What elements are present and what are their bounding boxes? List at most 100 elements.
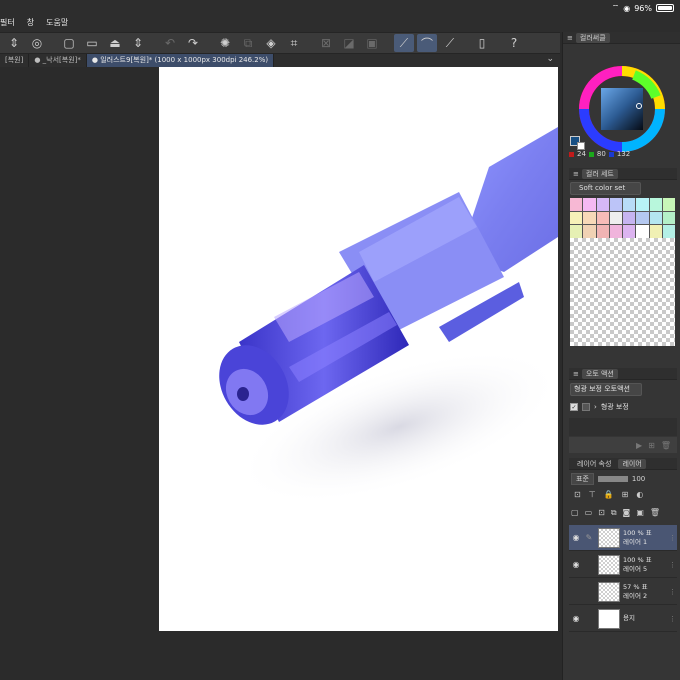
- mask-icon[interactable]: ◐: [636, 490, 643, 499]
- color-swatch[interactable]: [596, 211, 609, 225]
- tab-document-1[interactable]: [복원]: [0, 54, 30, 67]
- menu-item-help[interactable]: 도움말: [46, 17, 68, 28]
- drag-handle-icon[interactable]: ⋮: [669, 615, 677, 623]
- chevron-updown-icon[interactable]: ⇕: [4, 34, 24, 52]
- special-ruler-snap-icon[interactable]: ⌒: [417, 34, 437, 52]
- color-swatch[interactable]: [636, 198, 649, 211]
- new-vector-layer-icon[interactable]: ⊡: [598, 508, 605, 518]
- green-value[interactable]: 80: [597, 150, 606, 158]
- duplicate-icon[interactable]: ▣: [636, 508, 644, 518]
- color-swatch[interactable]: [609, 211, 622, 225]
- menu-icon[interactable]: ≡: [573, 170, 579, 178]
- canvas-paper[interactable]: [159, 67, 558, 631]
- color-wheel[interactable]: [579, 66, 665, 152]
- color-swatch[interactable]: [583, 225, 596, 238]
- blue-value[interactable]: 132: [617, 150, 630, 158]
- menu-item-window[interactable]: 창: [27, 17, 34, 28]
- drag-handle-icon[interactable]: ⋮: [669, 588, 677, 596]
- new-canvas-icon[interactable]: ▢: [59, 34, 79, 52]
- undo-icon[interactable]: ↶: [160, 34, 180, 52]
- lock-icon[interactable]: 🔒: [604, 490, 614, 499]
- layer-row[interactable]: ◉ ✎ 100 % 표 레이어 1 ⋮: [569, 525, 677, 551]
- merge-down-icon[interactable]: ⧉: [611, 508, 617, 518]
- auto-action-item[interactable]: ✓ › 형광 보정: [570, 400, 676, 414]
- opacity-value[interactable]: 100: [632, 475, 645, 483]
- color-swatch[interactable]: [636, 211, 649, 225]
- tab-document-3[interactable]: ● 일러스트9[복원]* (1000 x 1000px 300dpi 246.2…: [86, 54, 275, 67]
- tab-document-2[interactable]: ● _낙서[복원]*: [29, 54, 87, 67]
- checkbox-checked-icon[interactable]: ✓: [570, 403, 578, 411]
- color-swatch[interactable]: [609, 225, 622, 238]
- chevron-down-icon[interactable]: ⌄: [540, 54, 560, 67]
- color-swatch[interactable]: [596, 198, 609, 211]
- canvas-area[interactable]: [0, 67, 560, 680]
- add-icon[interactable]: ⊞: [648, 441, 655, 450]
- redo-icon[interactable]: ↷: [183, 34, 203, 52]
- smartphone-icon[interactable]: ▯: [472, 34, 492, 52]
- auto-action-select[interactable]: 형광 보정 오토액션: [570, 383, 642, 396]
- checkbox-icon[interactable]: [582, 403, 590, 411]
- color-swatch[interactable]: [636, 225, 649, 238]
- sub-color-swatch[interactable]: [577, 142, 585, 150]
- color-swatch[interactable]: [649, 225, 662, 238]
- help-icon[interactable]: ?: [504, 34, 524, 52]
- selection-border-icon[interactable]: ▣: [362, 34, 382, 52]
- chevron-updown-icon[interactable]: ⇕: [128, 34, 148, 52]
- color-swatch[interactable]: [583, 198, 596, 211]
- color-swatch[interactable]: [596, 225, 609, 238]
- color-swatch[interactable]: [662, 198, 675, 211]
- color-swatch[interactable]: [662, 225, 675, 238]
- export-icon[interactable]: ⏏: [105, 34, 125, 52]
- color-swatch[interactable]: [623, 225, 636, 238]
- tab-color-set[interactable]: 컬러 세트: [581, 168, 618, 179]
- loading-icon[interactable]: ✺: [215, 34, 235, 52]
- drag-handle-icon[interactable]: ⋮: [669, 534, 677, 542]
- eye-icon[interactable]: ◉: [569, 533, 583, 542]
- color-swatch[interactable]: [649, 198, 662, 211]
- tab-layer[interactable]: 레이어: [618, 458, 646, 469]
- menu-icon[interactable]: ≡: [567, 34, 573, 42]
- layer-row[interactable]: ◉ 100 % 표 레이어 5 ⋮: [569, 552, 677, 578]
- menu-icon[interactable]: ≡: [573, 370, 579, 378]
- color-swatch[interactable]: [570, 225, 583, 238]
- trash-icon[interactable]: 🗑: [650, 508, 660, 518]
- tab-color-wheel[interactable]: 컬러써클: [575, 32, 610, 43]
- tab-layer-property[interactable]: 레이어 속성: [573, 459, 615, 469]
- eye-icon[interactable]: ◉: [569, 614, 583, 623]
- invert-selection-icon[interactable]: ◪: [339, 34, 359, 52]
- clip-icon[interactable]: ⊡: [574, 490, 581, 499]
- transform-icon[interactable]: ⌗: [284, 34, 304, 52]
- edit-target-icon[interactable]: ✎: [583, 533, 595, 542]
- opacity-slider[interactable]: [597, 476, 628, 482]
- tab-auto-action[interactable]: 오토 액션: [581, 368, 618, 379]
- ruler-snap-icon[interactable]: ⟋: [394, 34, 414, 52]
- blend-mode-select[interactable]: 표준: [571, 473, 594, 485]
- eye-icon[interactable]: ◉: [569, 560, 583, 569]
- new-raster-layer-icon[interactable]: ▢: [571, 508, 579, 518]
- trash-icon[interactable]: 🗑: [661, 441, 671, 450]
- open-folder-icon[interactable]: ▭: [82, 34, 102, 52]
- menu-item-filter[interactable]: 필터: [0, 17, 15, 28]
- lock-alpha-icon[interactable]: ⊞: [622, 490, 629, 499]
- color-swatch[interactable]: [583, 211, 596, 225]
- color-swatch[interactable]: [609, 198, 622, 211]
- drag-handle-icon[interactable]: ⋮: [669, 561, 677, 569]
- color-swatch[interactable]: [649, 211, 662, 225]
- layer-mask-icon[interactable]: ◙: [623, 508, 631, 518]
- color-set-palette[interactable]: [570, 198, 675, 238]
- color-swatch[interactable]: [662, 211, 675, 225]
- color-set-select[interactable]: Soft color set: [570, 182, 641, 195]
- copy-icon[interactable]: ⧉: [238, 34, 258, 52]
- red-value[interactable]: 24: [577, 150, 586, 158]
- color-swatch[interactable]: [623, 198, 636, 211]
- color-swatch[interactable]: [570, 198, 583, 211]
- color-swatch[interactable]: [623, 211, 636, 225]
- deselect-icon[interactable]: ⊠: [316, 34, 336, 52]
- app-icon[interactable]: ◎: [27, 34, 47, 52]
- chevron-right-icon[interactable]: ›: [594, 403, 597, 411]
- color-swatch[interactable]: [570, 211, 583, 225]
- new-folder-icon[interactable]: ▭: [585, 508, 593, 518]
- play-icon[interactable]: ▶: [636, 441, 642, 450]
- fill-icon[interactable]: ◈: [261, 34, 281, 52]
- layer-row[interactable]: 57 % 표 레이어 2 ⋮: [569, 579, 677, 605]
